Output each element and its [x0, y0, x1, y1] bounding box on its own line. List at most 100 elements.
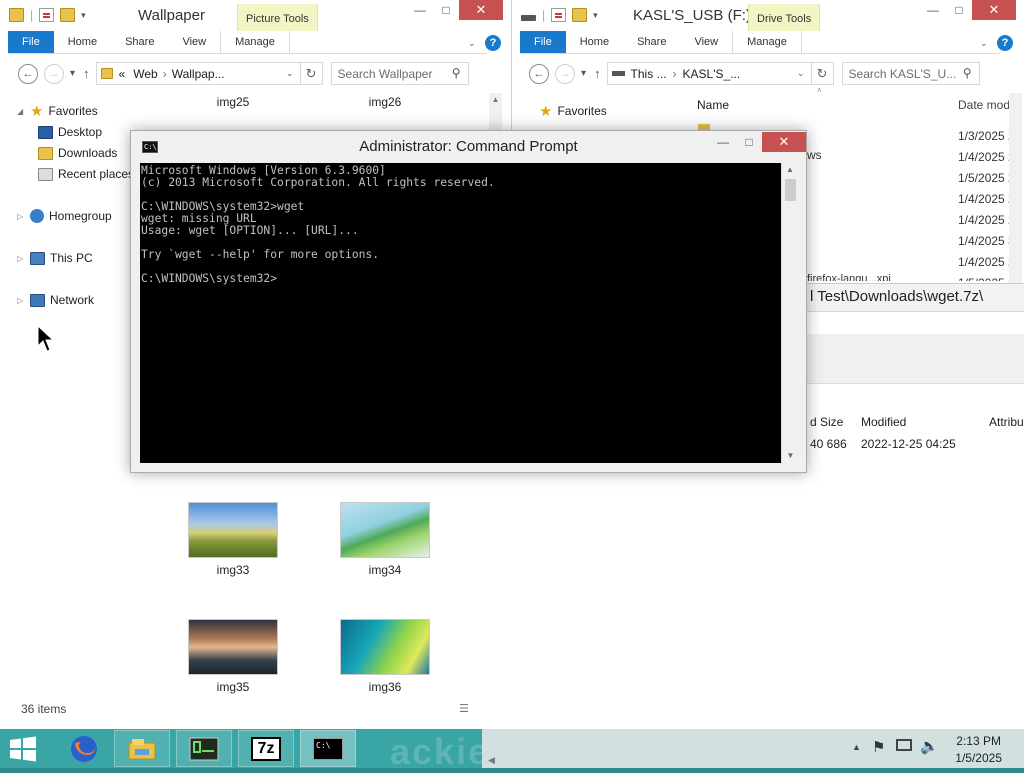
thumbnail-img36[interactable] [340, 619, 430, 675]
file-label-img33[interactable]: img33 [188, 563, 278, 577]
close-button[interactable]: ✕ [459, 0, 503, 20]
maximize-button[interactable]: □ [946, 0, 972, 20]
help-icon[interactable]: ? [997, 35, 1013, 51]
recent-locations-icon[interactable]: ▾ [581, 68, 586, 79]
start-button[interactable] [8, 736, 38, 765]
new-folder-icon[interactable] [60, 8, 76, 22]
breadcrumb-web[interactable]: Web [133, 67, 157, 81]
collapse-triangle-icon[interactable]: ◢ [17, 107, 25, 116]
nav-favorites[interactable]: ◢ ★ Favorites [17, 104, 98, 119]
thumbnail-img35[interactable] [188, 619, 278, 675]
tab-home[interactable]: Home [54, 31, 111, 53]
list-item-name-partial[interactable]: ws [807, 148, 822, 162]
recent-locations-icon[interactable]: ▾ [70, 68, 75, 79]
expand-triangle-icon[interactable]: ▷ [17, 254, 25, 263]
right-titlebar[interactable]: | ▾ KASL'S_USB (F:) Drive Tools — □ ✕ [512, 0, 1024, 31]
scroll-left-icon[interactable]: ◀ [488, 755, 495, 766]
show-hidden-icons[interactable]: ▲ [852, 742, 861, 752]
tab-share[interactable]: Share [623, 31, 680, 53]
tab-view[interactable]: View [168, 31, 220, 53]
properties-icon[interactable] [39, 8, 55, 22]
picture-tools-tab[interactable]: Picture Tools [237, 4, 318, 31]
address-bar[interactable]: « Web › Wallpap... ⌄ [95, 62, 301, 85]
refresh-button[interactable]: ↻ [811, 62, 834, 85]
expand-ribbon-icon[interactable]: ⌄ [980, 38, 988, 49]
list-item-name-partial[interactable]: firefox-langu...xpi [807, 273, 891, 281]
breadcrumb-wallpaper[interactable]: Wallpap... [172, 67, 225, 81]
breadcrumb-separator[interactable]: › [163, 67, 167, 81]
tab-share[interactable]: Share [111, 31, 168, 53]
properties-icon[interactable] [551, 8, 567, 22]
file-label-img25[interactable]: img25 [188, 95, 278, 109]
column-packed-size[interactable]: d Size [810, 415, 843, 429]
expand-triangle-icon[interactable]: ▷ [17, 212, 25, 221]
taskbar-terminal-app[interactable] [176, 730, 232, 767]
action-center-flag-icon[interactable]: ⚑ [872, 738, 885, 756]
tab-view[interactable]: View [680, 31, 732, 53]
row-size[interactable]: 40 686 [810, 437, 847, 451]
forward-button[interactable]: → [555, 63, 575, 84]
nav-this-pc[interactable]: ▷ This PC [17, 251, 93, 265]
tab-home[interactable]: Home [566, 31, 623, 53]
column-header-name[interactable]: Name [697, 98, 729, 112]
expand-ribbon-icon[interactable]: ⌄ [468, 38, 476, 49]
vertical-scrollbar[interactable] [1009, 93, 1022, 283]
tab-manage[interactable]: Manage [732, 31, 802, 53]
new-folder-icon[interactable] [572, 8, 588, 22]
thumbnail-img33[interactable] [188, 502, 278, 558]
forward-button[interactable]: → [44, 63, 64, 84]
network-icon[interactable] [896, 739, 912, 751]
column-modified[interactable]: Modified [861, 415, 906, 429]
taskbar-clock[interactable]: 2:13 PM 1/5/2025 [955, 733, 1002, 767]
file-label-img36[interactable]: img36 [340, 680, 430, 694]
overflow-chevrons[interactable]: « [119, 67, 126, 81]
nav-desktop[interactable]: Desktop [38, 125, 102, 139]
chevron-down-icon[interactable]: ⌄ [797, 68, 805, 79]
taskbar-command-prompt[interactable]: C:\ [300, 730, 356, 767]
drive-tools-tab[interactable]: Drive Tools [748, 4, 821, 31]
expand-triangle-icon[interactable]: ▷ [17, 296, 25, 305]
tab-file[interactable]: File [8, 31, 54, 53]
nav-downloads[interactable]: Downloads [38, 146, 117, 160]
tab-manage[interactable]: Manage [220, 31, 290, 53]
nav-favorites[interactable]: ★ Favorites [539, 104, 607, 119]
file-label-img26[interactable]: img26 [340, 95, 430, 109]
close-button[interactable]: ✕ [972, 0, 1016, 20]
row-modified[interactable]: 2022-12-25 04:25 [861, 437, 956, 451]
refresh-button[interactable]: ↻ [300, 62, 323, 85]
console-output[interactable]: Microsoft Windows [Version 6.3.9600] (c)… [140, 163, 781, 463]
chevron-down-icon[interactable]: ⌄ [286, 68, 294, 79]
details-view-icon[interactable]: ☰ [459, 702, 469, 715]
customize-qat-icon[interactable]: ▾ [593, 10, 598, 21]
close-button[interactable]: ✕ [762, 132, 806, 152]
taskbar-firefox[interactable] [56, 730, 112, 767]
taskbar-7zip[interactable]: 7z [238, 730, 294, 767]
search-input[interactable]: Search KASL'S_U... ⚲ [841, 62, 980, 85]
nav-network[interactable]: ▷ Network [17, 293, 94, 307]
command-prompt-window[interactable]: C:\ Administrator: Command Prompt — □ ✕ … [130, 130, 807, 473]
up-button[interactable]: ↑ [83, 66, 90, 81]
left-titlebar[interactable]: | ▾ Wallpaper Picture Tools — □ ✕ [0, 0, 511, 31]
help-icon[interactable]: ? [485, 35, 501, 51]
maximize-button[interactable]: □ [433, 0, 459, 20]
scroll-thumb[interactable] [784, 179, 796, 201]
console-scrollbar[interactable]: ▲ ▼ [781, 163, 798, 463]
tab-file[interactable]: File [520, 31, 566, 53]
scroll-down-icon[interactable]: ▼ [782, 449, 799, 463]
speaker-muted-icon[interactable]: 🔈 [920, 737, 939, 755]
address-bar[interactable]: This ... › KASL'S_... ⌄ [606, 62, 812, 85]
file-label-img34[interactable]: img34 [340, 563, 430, 577]
archive-path[interactable]: l Test\Downloads\wget.7z\ [810, 288, 983, 305]
breadcrumb-separator[interactable]: › [673, 67, 677, 81]
scroll-up-icon[interactable]: ▲ [489, 93, 502, 106]
breadcrumb-this-pc[interactable]: This ... [631, 67, 667, 81]
minimize-button[interactable]: — [710, 132, 736, 152]
minimize-button[interactable]: — [407, 0, 433, 20]
taskbar-file-explorer[interactable] [114, 730, 170, 767]
customize-qat-icon[interactable]: ▾ [81, 10, 86, 21]
search-input[interactable]: Search Wallpaper ⚲ [330, 62, 469, 85]
breadcrumb-usb[interactable]: KASL'S_... [683, 67, 741, 81]
thumbnail-img34[interactable] [340, 502, 430, 558]
column-attributes[interactable]: Attribut [989, 415, 1024, 429]
back-button[interactable]: ← [18, 63, 38, 84]
